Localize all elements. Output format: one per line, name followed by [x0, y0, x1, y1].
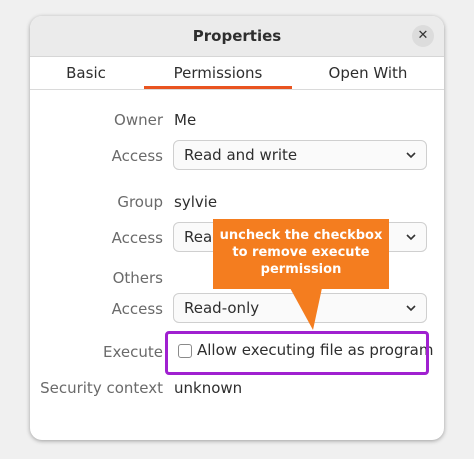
group-access-label: Access — [111, 229, 163, 247]
tab-basic[interactable]: Basic — [50, 57, 122, 89]
others-access-dropdown[interactable]: Read-only — [173, 293, 427, 323]
group-label: Group — [117, 193, 163, 211]
security-context-value: unknown — [174, 379, 243, 397]
title-bar: Properties ✕ — [30, 16, 444, 57]
owner-access-label: Access — [111, 147, 163, 165]
close-icon[interactable]: ✕ — [412, 25, 434, 47]
owner-value: Me — [174, 111, 197, 129]
chevron-down-icon — [404, 294, 418, 322]
owner-access-dropdown[interactable]: Read and write — [173, 140, 427, 170]
security-context-label: Security context — [40, 379, 163, 397]
group-value: sylvie — [174, 193, 218, 211]
chevron-down-icon — [404, 223, 418, 251]
callout-line: to remove execute — [232, 245, 370, 260]
execute-highlight-box — [165, 331, 429, 375]
chevron-down-icon — [404, 141, 418, 169]
dialog-title: Properties — [192, 27, 282, 45]
others-label: Others — [112, 269, 163, 287]
tab-permissions[interactable]: Permissions — [144, 57, 292, 89]
others-access-value: Read-only — [184, 299, 260, 317]
owner-label: Owner — [114, 111, 163, 129]
active-tab-indicator — [144, 86, 292, 89]
callout-line: uncheck the checkbox — [219, 228, 383, 243]
others-access-label: Access — [111, 300, 163, 318]
owner-access-value: Read and write — [184, 146, 298, 164]
annotation-callout: uncheck the checkbox to remove execute p… — [213, 219, 389, 289]
callout-line: permission — [260, 262, 342, 277]
tab-bar: Basic Permissions Open With — [30, 57, 444, 90]
tab-open-with[interactable]: Open With — [312, 57, 424, 89]
execute-label: Execute — [103, 343, 163, 361]
